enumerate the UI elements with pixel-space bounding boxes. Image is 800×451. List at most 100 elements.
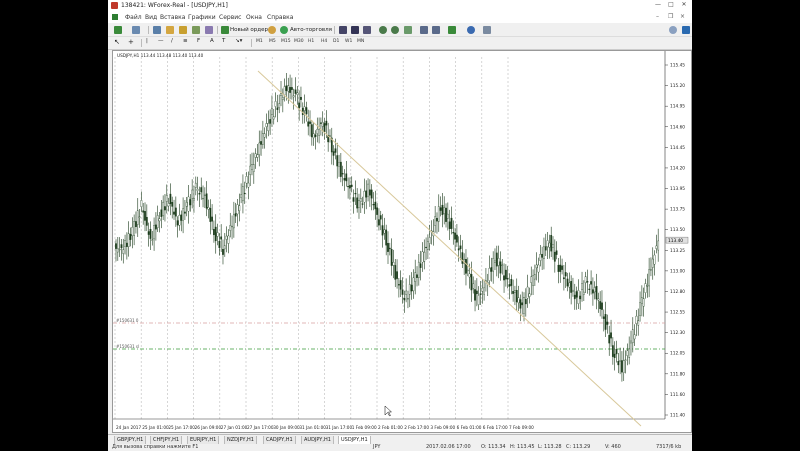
price-axis-label: 112.05 [670, 351, 685, 357]
candle-body [563, 277, 565, 280]
candle-body [325, 120, 328, 126]
candle-body [285, 85, 288, 91]
candle-body [173, 211, 175, 215]
zoom-in-icon[interactable] [379, 26, 387, 34]
candle-body [174, 207, 177, 217]
candle-body [570, 281, 573, 293]
candle-body [267, 123, 270, 132]
community-icon[interactable] [682, 26, 690, 34]
navigator-icon[interactable] [179, 26, 187, 34]
line-chart-icon[interactable] [363, 26, 371, 34]
profiles-icon[interactable] [132, 26, 140, 34]
timeframe-w1[interactable]: W1 [345, 39, 352, 44]
timeframe-m5[interactable]: M5 [269, 39, 276, 44]
timeframe-m15[interactable]: M15 [281, 39, 291, 44]
child-close-button[interactable]: × [680, 13, 685, 20]
candle-body [419, 263, 422, 268]
terminal-icon[interactable] [192, 26, 200, 34]
menu-charts[interactable]: Графики [188, 14, 216, 21]
candle-body [147, 231, 150, 235]
cursor-icon[interactable]: ↖ [114, 38, 120, 46]
horizontal-line-icon[interactable]: — [158, 38, 164, 44]
crosshair-icon[interactable]: + [128, 38, 134, 46]
candle-body [229, 225, 232, 231]
candle-body [532, 275, 534, 286]
status-low: L: 113.28 [538, 444, 562, 450]
candle-body [329, 135, 331, 137]
timeframe-h4[interactable]: H4 [321, 39, 327, 44]
candle-body [316, 128, 319, 134]
candle-body [116, 248, 119, 253]
search-icon[interactable] [669, 26, 677, 34]
fibonacci-icon[interactable]: F [197, 38, 200, 44]
status-high: H: 113.45 [510, 444, 535, 450]
timeframe-m1[interactable]: M1 [256, 39, 263, 44]
child-minimize-button[interactable]: – [656, 13, 659, 20]
candle-body [624, 359, 627, 361]
indicators-icon[interactable] [448, 26, 456, 34]
zoom-out-icon[interactable] [391, 26, 399, 34]
new-order-button[interactable]: Новый ордер [230, 27, 268, 33]
trendline-icon[interactable]: / [171, 38, 173, 44]
time-axis-label: 31 Jan 17:00 [326, 425, 353, 430]
chart-shift-icon[interactable] [420, 26, 428, 34]
vertical-line-icon[interactable]: | [146, 38, 148, 44]
metaeditor-icon[interactable] [268, 26, 276, 34]
timeframe-d1[interactable]: D1 [333, 39, 339, 44]
menu-windows[interactable]: Окна [246, 14, 262, 21]
tester-icon[interactable] [205, 26, 213, 34]
candle-body [470, 274, 473, 291]
data-window-icon[interactable] [166, 26, 174, 34]
text-icon[interactable]: A [210, 38, 214, 44]
price-chart[interactable]: 24 Jan 2017 25 Jan 01:00 25 Jan 17:00 26 Ja… [112, 50, 692, 433]
autoscroll-icon[interactable] [432, 26, 440, 34]
tile-windows-icon[interactable] [404, 26, 412, 34]
templates-icon[interactable] [483, 26, 491, 34]
candle-body [287, 85, 290, 92]
order-level-label: #150631 0 [116, 318, 139, 323]
time-axis-label: 7 Feb 09:00 [509, 425, 534, 430]
candle-body [260, 141, 262, 145]
candle-body [135, 221, 137, 228]
candle-body [120, 244, 123, 249]
timeframe-h1[interactable]: H1 [308, 39, 314, 44]
new-order-icon[interactable] [221, 26, 229, 34]
channel-icon[interactable]: ≡ [183, 38, 188, 44]
candle-body [191, 189, 194, 199]
menu-file[interactable]: Файл [125, 14, 142, 21]
label-icon[interactable]: T [222, 38, 225, 44]
candle-body [573, 294, 576, 300]
candle-body [180, 214, 183, 221]
new-chart-icon[interactable] [114, 26, 122, 34]
time-axis-label: 6 Feb 01:00 [457, 425, 482, 430]
candle-body [136, 210, 139, 225]
close-button[interactable]: ✕ [679, 1, 689, 8]
menu-insert[interactable]: Вставка [160, 14, 185, 21]
candle-body [530, 276, 533, 283]
candle-body [559, 264, 562, 272]
candle-body [564, 272, 567, 277]
menu-tools[interactable]: Сервис [219, 14, 241, 21]
shapes-icon[interactable]: ↘▾ [235, 38, 242, 44]
chart-canvas: 24 Jan 2017 25 Jan 01:00 25 Jan 17:00 26 Ja… [113, 51, 689, 430]
candle-body [205, 193, 208, 209]
autotrading-icon[interactable] [280, 26, 288, 34]
candle-body [414, 272, 417, 282]
timeframe-mn[interactable]: MN [357, 39, 364, 44]
candle-chart-icon[interactable] [351, 26, 359, 34]
candle-body [281, 96, 284, 101]
candle-body [436, 217, 438, 222]
candle-body [184, 211, 186, 214]
bar-chart-icon[interactable] [339, 26, 347, 34]
menu-help[interactable]: Справка [267, 14, 293, 21]
candle-body [127, 233, 130, 247]
candle-body [552, 244, 554, 248]
child-restore-button[interactable]: ❐ [668, 13, 673, 20]
menu-view[interactable]: Вид [145, 14, 157, 21]
maximize-button[interactable]: □ [666, 1, 676, 8]
timeframe-m30[interactable]: M30 [294, 39, 304, 44]
autotrading-button[interactable]: Авто-торговля [290, 27, 332, 33]
market-watch-icon[interactable] [153, 26, 161, 34]
minimize-button[interactable]: — [653, 1, 663, 8]
periods-icon[interactable] [467, 26, 475, 34]
